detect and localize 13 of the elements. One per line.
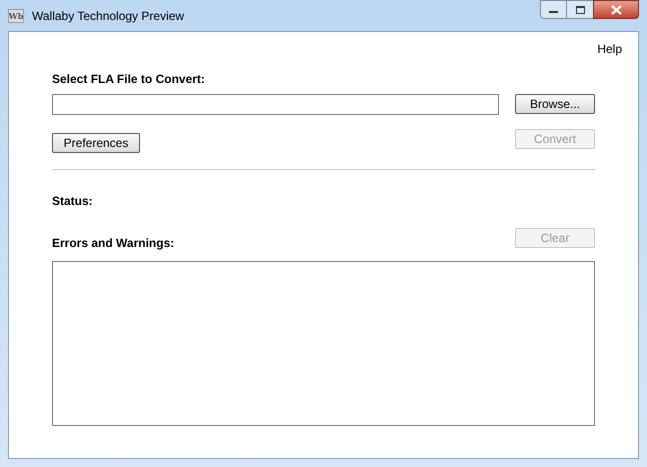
help-menu[interactable]: Help (597, 40, 622, 58)
file-path-field[interactable] (52, 94, 499, 115)
browse-button[interactable]: Browse... (515, 94, 595, 114)
preferences-button[interactable]: Preferences (52, 133, 140, 153)
maximize-button[interactable] (567, 0, 593, 19)
file-label: Select FLA File to Convert: (52, 71, 206, 88)
close-icon (610, 4, 622, 14)
minimize-button[interactable] (540, 0, 567, 19)
app-icon: Wb (8, 8, 24, 22)
status-label: Status: (52, 193, 94, 210)
close-button[interactable] (593, 0, 639, 19)
window-title: Wallaby Technology Preview (32, 8, 184, 24)
errors-label: Errors and Warnings: (52, 235, 174, 252)
